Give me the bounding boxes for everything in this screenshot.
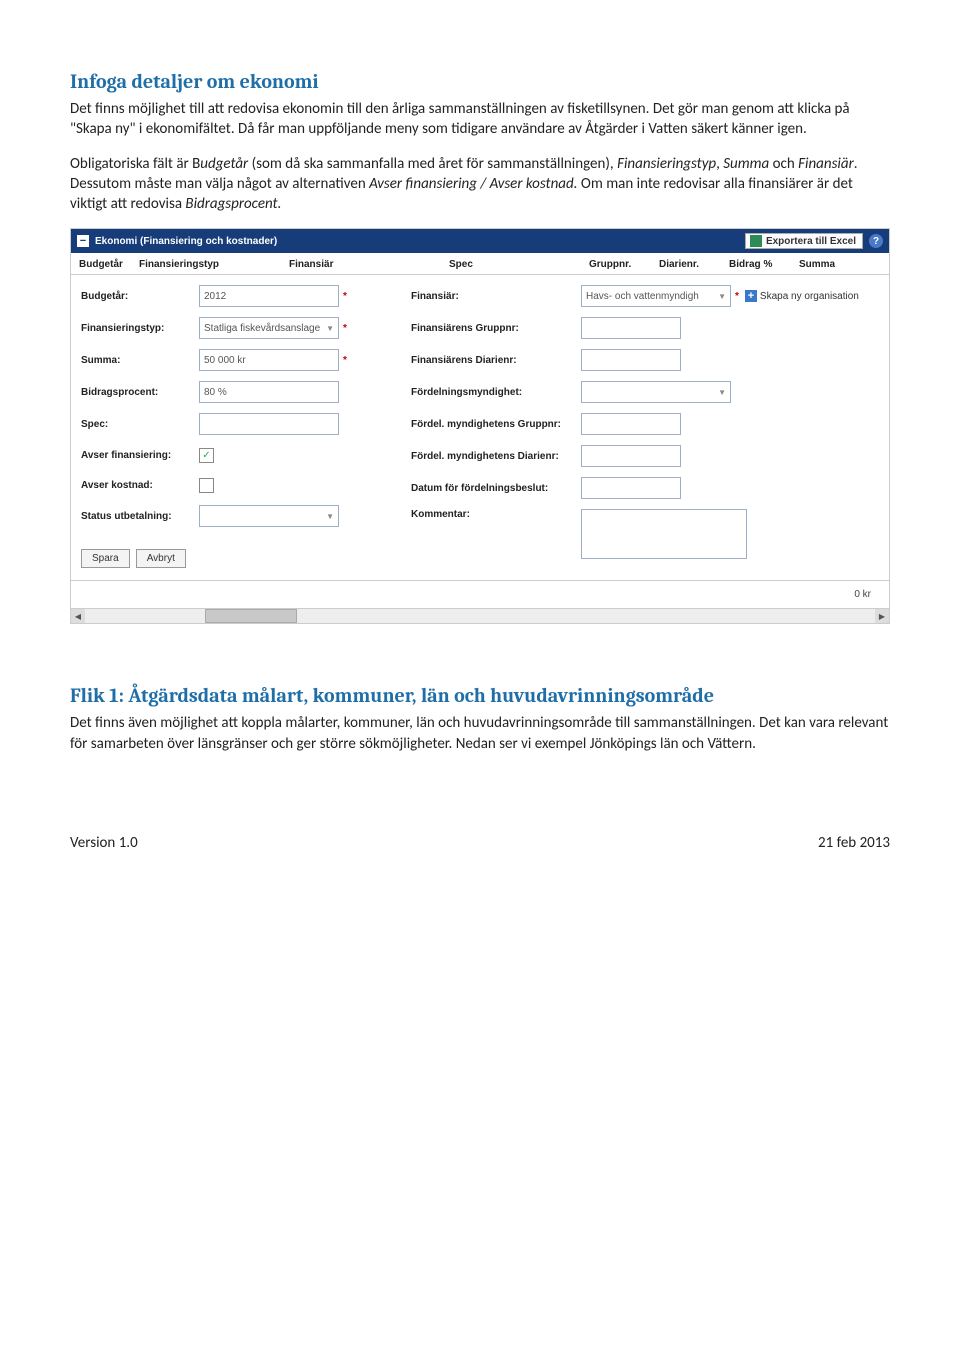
col-bidrag: Bidrag % <box>729 259 799 270</box>
label-fintyp: Finansieringstyp: <box>81 323 199 334</box>
required-mark: * <box>343 291 347 302</box>
skapa-org-button[interactable]: + Skapa ny organisation <box>745 290 859 302</box>
label-bidrag: Bidragsprocent: <box>81 387 199 398</box>
grid-header: Budgetår Finansieringstyp Finansiär Spec… <box>71 253 889 275</box>
horizontal-scrollbar[interactable]: ◀ ▶ <box>71 608 889 623</box>
collapse-icon[interactable]: − <box>77 235 89 247</box>
p2-i3: Summa <box>723 155 769 173</box>
select-finansiar[interactable]: Havs- och vattenmyndigh ▼ <box>581 285 731 307</box>
input-ford-diarie[interactable] <box>581 445 681 467</box>
excel-icon <box>750 235 762 247</box>
col-fintyp: Finansieringstyp <box>139 259 289 270</box>
col-finansiar: Finansiär <box>289 259 449 270</box>
chevron-down-icon: ▼ <box>718 292 726 301</box>
page-footer: Version 1.0 21 feb 2013 <box>70 834 890 852</box>
required-mark: * <box>343 323 347 334</box>
p2-b: (som då ska sammanfalla med året för sam… <box>248 155 617 173</box>
label-avskost: Avser kostnad: <box>81 480 199 491</box>
select-fintyp-value: Statliga fiskevårdsanslage <box>204 323 320 334</box>
p2-d: och <box>769 155 798 173</box>
label-budgetar: Budgetår: <box>81 291 199 302</box>
input-fin-diarie[interactable] <box>581 349 681 371</box>
chevron-down-icon: ▼ <box>326 512 334 521</box>
col-spec: Spec <box>449 259 589 270</box>
input-summa[interactable] <box>199 349 339 371</box>
label-spec: Spec: <box>81 419 199 430</box>
input-datum[interactable] <box>581 477 681 499</box>
chevron-down-icon: ▼ <box>718 388 726 397</box>
scroll-left-icon[interactable]: ◀ <box>71 609 85 623</box>
col-budgetar: Budgetår <box>79 259 139 270</box>
checkbox-avs-fin[interactable]: ✓ <box>199 448 214 463</box>
scroll-track[interactable] <box>85 609 875 623</box>
help-icon[interactable]: ? <box>869 234 883 248</box>
form-area: Budgetår: * Finansieringstyp: Statliga f… <box>71 275 889 581</box>
select-status[interactable]: ▼ <box>199 505 339 527</box>
paragraph-3: Det finns även möjlighet att koppla måla… <box>70 713 890 754</box>
footer-date: 21 feb 2013 <box>818 834 890 852</box>
col-gruppnr: Gruppnr. <box>589 259 659 270</box>
panel-header: − Ekonomi (Finansiering och kostnader) E… <box>71 229 889 253</box>
spara-button[interactable]: Spara <box>81 549 130 568</box>
select-fordeln[interactable]: ▼ <box>581 381 731 403</box>
footer-version: Version 1.0 <box>70 834 138 852</box>
input-ford-grupp[interactable] <box>581 413 681 435</box>
export-excel-button[interactable]: Exportera till Excel <box>745 233 863 249</box>
label-fordeln: Fördelningsmyndighet: <box>411 387 581 398</box>
required-mark: * <box>735 291 739 302</box>
input-budgetar[interactable] <box>199 285 339 307</box>
p2-i2: Finansieringstyp <box>617 155 716 173</box>
screenshot-ekonomi: − Ekonomi (Finansiering och kostnader) E… <box>70 228 890 624</box>
panel-title: Ekonomi (Finansiering och kostnader) <box>95 236 277 247</box>
label-kommentar: Kommentar: <box>411 509 581 520</box>
p2-i5: Avser finansiering / Avser kostnad. <box>369 175 577 193</box>
label-ford-grupp: Fördel. myndighetens Gruppnr: <box>411 419 581 430</box>
required-mark: * <box>343 355 347 366</box>
input-fin-grupp[interactable] <box>581 317 681 339</box>
select-finansiar-value: Havs- och vattenmyndigh <box>586 291 699 302</box>
col-diarienr: Diarienr. <box>659 259 729 270</box>
chevron-down-icon: ▼ <box>326 324 334 333</box>
label-status: Status utbetalning: <box>81 511 199 522</box>
sum-value: 0 kr <box>854 589 871 600</box>
paragraph-1: Det finns möjlighet till att redovisa ek… <box>70 99 890 140</box>
plus-icon: + <box>745 290 757 302</box>
textarea-kommentar[interactable] <box>581 509 747 559</box>
paragraph-2: Obligatoriska fält är Budgetår (som då s… <box>70 154 890 215</box>
col-summa: Summa <box>799 259 859 270</box>
p2-i4: Finansiär <box>798 155 854 173</box>
label-summa: Summa: <box>81 355 199 366</box>
select-fintyp[interactable]: Statliga fiskevårdsanslage ▼ <box>199 317 339 339</box>
input-bidrag[interactable] <box>199 381 339 403</box>
label-avsfin: Avser finansiering: <box>81 450 199 461</box>
scroll-right-icon[interactable]: ▶ <box>875 609 889 623</box>
export-label: Exportera till Excel <box>766 236 856 247</box>
avbryt-button[interactable]: Avbryt <box>136 549 186 568</box>
input-spec[interactable] <box>199 413 339 435</box>
label-fin-grupp: Finansiärens Gruppnr: <box>411 323 581 334</box>
checkbox-avs-kost[interactable] <box>199 478 214 493</box>
heading-infoga: Infoga detaljer om ekonomi <box>70 70 890 93</box>
sum-row: 0 kr <box>71 581 889 608</box>
skapa-org-label: Skapa ny organisation <box>760 291 859 302</box>
heading-flik1: Flik 1: Åtgärdsdata målart, kommuner, lä… <box>70 684 890 707</box>
p2-i6: Bidragsprocent. <box>185 195 281 213</box>
scroll-thumb[interactable] <box>205 609 297 623</box>
p2-a: Obligatoriska fält är B <box>70 155 200 173</box>
label-finansiar: Finansiär: <box>411 291 581 302</box>
label-fin-diarie: Finansiärens Diarienr: <box>411 355 581 366</box>
label-datum: Datum för fördelningsbeslut: <box>411 483 581 494</box>
label-ford-diarie: Fördel. myndighetens Diarienr: <box>411 451 581 462</box>
p2-i1: udgetår <box>200 155 248 173</box>
